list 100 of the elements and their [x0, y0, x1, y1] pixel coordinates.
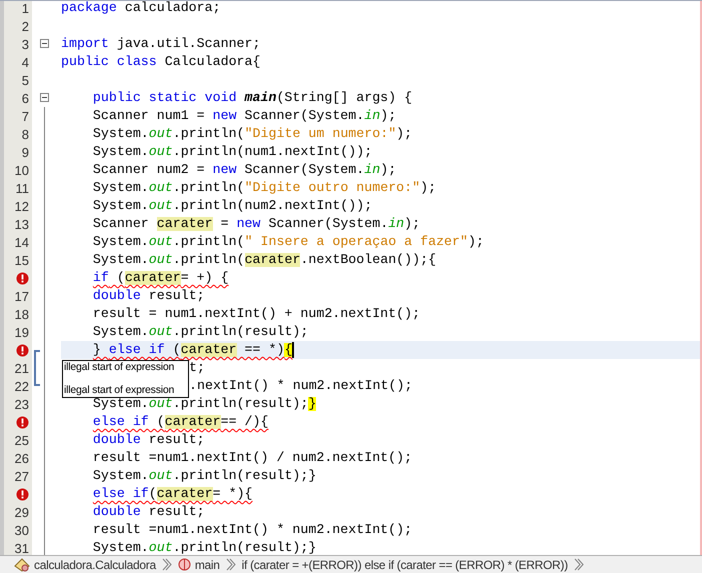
code-token: result; — [148, 289, 205, 303]
code-token: ( — [148, 487, 157, 501]
line-number: 18 — [14, 306, 29, 322]
line-number: 14 — [14, 234, 29, 250]
code-token: out — [148, 541, 173, 555]
code-token: in — [364, 109, 380, 123]
code-token: = +) { — [180, 271, 229, 285]
code-token: double — [92, 289, 141, 303]
code-token: Scanner(System. — [244, 163, 364, 177]
code-token: .println( — [172, 235, 245, 249]
chevron-icon[interactable] — [226, 558, 236, 571]
code-token: out — [148, 235, 173, 249]
code-token: .println(result);} — [172, 541, 316, 555]
code-token: java.util.Scanner; — [116, 37, 260, 51]
line-number: 5 — [22, 72, 29, 88]
code-token: System. — [92, 325, 149, 339]
code-token: result =num1.nextInt() * num2.nextInt(); — [92, 523, 412, 537]
code-token: System. — [92, 397, 149, 411]
code-token: out — [148, 181, 173, 195]
code-token: out — [148, 253, 173, 267]
code-token: } — [308, 397, 316, 411]
code-token: ); — [420, 181, 436, 195]
line-number: 12 — [14, 198, 29, 214]
line-number: 25 — [14, 432, 29, 448]
breadcrumb-item[interactable]: main — [194, 556, 220, 573]
code-token: calculadora; — [124, 1, 221, 15]
line-number: 8 — [22, 126, 29, 142]
code-token: " Insere a operaçao a fazer" — [244, 235, 468, 249]
line-number: 6 — [22, 90, 29, 106]
code-token: .println(result);} — [172, 469, 316, 483]
code-token: carater — [156, 487, 213, 501]
code-token: Scanner num2 = — [92, 163, 206, 177]
code-token: out — [148, 127, 173, 141]
tooltip-message: illegal start of expression — [64, 384, 176, 397]
line-number: 2 — [22, 18, 29, 34]
code-token: in — [364, 163, 380, 177]
code-token: Scanner — [92, 217, 150, 231]
line-number: 1 — [22, 1, 29, 16]
code-token: System. — [92, 127, 149, 141]
code-token: else if — [92, 415, 149, 429]
code-token: out — [148, 469, 173, 483]
code-token: result = num1.nextInt() + num2.nextInt(); — [92, 307, 420, 321]
breadcrumb-item[interactable]: calculadora.Calculadora — [34, 556, 156, 573]
chevron-icon[interactable] — [162, 558, 172, 571]
code-token: .println( — [172, 181, 245, 195]
code-token: result =num1.nextInt() / num2.nextInt(); — [92, 451, 412, 465]
code-token: public class — [61, 55, 157, 69]
code-token: (String[] args) { — [276, 91, 412, 105]
code-token: new — [212, 163, 237, 177]
code-token: import — [61, 37, 109, 51]
code-token: ); — [380, 163, 396, 177]
line-number: 29 — [14, 504, 29, 520]
line-number: 10 — [14, 162, 29, 178]
code-token: System. — [92, 469, 149, 483]
class-icon — [14, 557, 30, 572]
code-token: carater — [180, 343, 237, 357]
code-token: System. — [92, 181, 149, 195]
code-token: result; — [148, 433, 205, 447]
line-number: 11 — [16, 180, 29, 196]
code-token: result; — [148, 505, 205, 519]
code-token: ( — [172, 343, 181, 357]
line-number: 17 — [14, 288, 29, 304]
line-number: 19 — [14, 324, 29, 340]
code-token: out — [148, 325, 173, 339]
collapse-icon[interactable] — [40, 39, 49, 48]
chevron-icon[interactable] — [574, 558, 584, 571]
code-token: "Digite outro numero:" — [244, 181, 420, 195]
collapse-icon[interactable] — [40, 93, 49, 102]
code-token: new — [236, 217, 261, 231]
line-number: 27 — [14, 468, 29, 484]
code-token: carater — [164, 415, 221, 429]
line-number: 30 — [14, 522, 29, 538]
code-token: Scanner num1 = — [92, 109, 206, 123]
code-token: double — [92, 505, 141, 519]
code-token: .println( — [172, 253, 245, 267]
code-token: out — [148, 397, 173, 411]
code-token: .println(num2.nextInt()); — [172, 199, 372, 213]
line-number: 15 — [14, 252, 29, 268]
code-token: else if — [108, 343, 165, 357]
code-token: { — [284, 343, 292, 357]
breadcrumb-item[interactable]: if (carater = +(ERROR)) else if (carater == (ERROR) * (ERROR)) — [242, 556, 568, 573]
code-token: System. — [92, 199, 149, 213]
code-token: System. — [92, 253, 149, 267]
code-token: t; — [189, 361, 205, 375]
code-token: System. — [92, 541, 149, 555]
code-token: .println( — [172, 127, 245, 141]
line-number: 23 — [14, 396, 29, 412]
code-token: = *){ — [212, 487, 253, 501]
code-token: == /){ — [220, 415, 268, 429]
line-number: 22 — [14, 378, 29, 394]
line-number: 7 — [22, 108, 29, 124]
code-token: .println(result); — [172, 397, 308, 411]
code-token: in — [388, 217, 404, 231]
line-number: 4 — [22, 54, 29, 70]
code-token: System. — [92, 235, 149, 249]
code-token: } — [92, 343, 102, 357]
tooltip-message: illegal start of expression — [64, 361, 176, 374]
line-number: 9 — [22, 144, 29, 160]
line-number: 3 — [22, 36, 29, 52]
code-token: out — [148, 199, 173, 213]
